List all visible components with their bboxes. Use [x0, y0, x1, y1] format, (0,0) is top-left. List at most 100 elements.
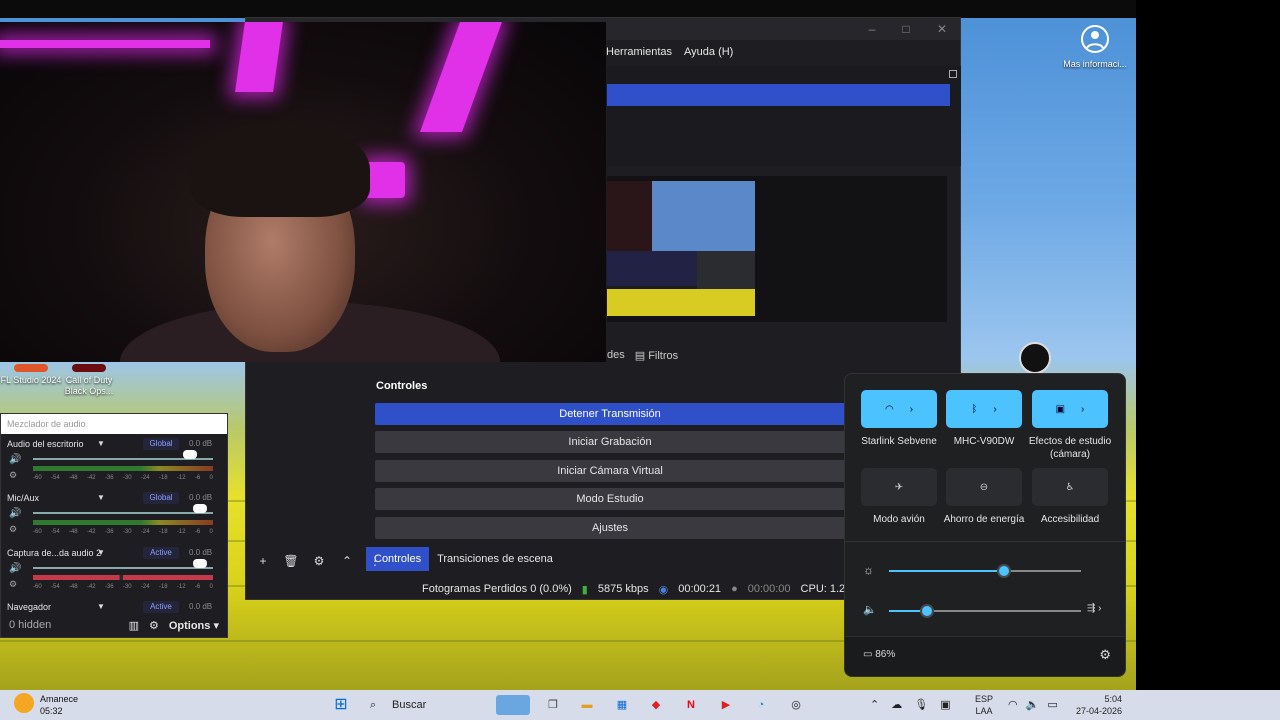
level-meter: [33, 575, 213, 580]
columns-icon[interactable]: ▥: [129, 619, 139, 632]
channel-name: Mic/Aux: [7, 493, 40, 503]
obs-taskbar-icon[interactable]: ◎: [785, 695, 807, 715]
channel-settings-icon[interactable]: ⚙: [9, 470, 17, 481]
volume-thumb[interactable]: [922, 606, 933, 616]
maximize-icon[interactable]: □: [896, 21, 916, 37]
scale-tick: -54: [50, 529, 60, 535]
clock-date: 27-04-2026: [1075, 706, 1122, 716]
channel-db: 0.0 dB: [189, 439, 213, 448]
mixer-gear-icon[interactable]: ⚙: [149, 619, 159, 632]
options-button[interactable]: Options ▾: [169, 619, 219, 632]
task-view-icon[interactable]: ❐: [542, 695, 564, 715]
scale-tick: 0: [209, 529, 213, 535]
chevron-right-icon[interactable]: ›: [910, 404, 913, 415]
qs-divider: [845, 541, 1125, 542]
more-icon[interactable]: ⋮: [364, 550, 386, 572]
volume-slider[interactable]: 🔈 ⇶ ›: [861, 603, 1111, 619]
volume-fader[interactable]: [33, 512, 213, 514]
onedrive-icon[interactable]: ☁: [891, 695, 902, 715]
tray-app-icon[interactable]: ▣: [940, 695, 950, 715]
windows-start-icon[interactable]: ⊞: [330, 695, 352, 715]
lang-top: ESP: [975, 694, 994, 704]
studio-mode-button[interactable]: Modo Estudio: [375, 488, 845, 510]
start-recording-button[interactable]: Iniciar Grabación: [375, 431, 845, 453]
desktop-icon-more-info[interactable]: Mas informaci...: [1062, 22, 1128, 70]
minimize-icon[interactable]: –: [862, 21, 882, 37]
battery-icon: ▭: [1047, 699, 1058, 711]
qs-tile-wifi[interactable]: ◠ ›: [861, 390, 937, 428]
channel-db: 0.0 dB: [189, 602, 213, 611]
chevron-up-icon[interactable]: ⌃: [336, 550, 358, 572]
undock-icon[interactable]: [949, 70, 957, 78]
language-indicator[interactable]: ESP LAA: [975, 693, 993, 717]
chevron-up-icon[interactable]: ⌃: [870, 695, 879, 715]
channel-db: 0.0 dB: [189, 493, 213, 502]
menu-ayuda[interactable]: Ayuda (H): [684, 42, 733, 62]
chevron-down-icon[interactable]: ▼: [97, 493, 105, 502]
chevron-right-icon[interactable]: ›: [993, 404, 996, 415]
tab-transiciones[interactable]: Transiciones de escena: [429, 547, 561, 571]
obs-tray-logo-icon[interactable]: [1019, 342, 1051, 374]
volume-fader[interactable]: [33, 567, 213, 569]
mic-icon[interactable]: 🎙: [914, 695, 928, 715]
channel-settings-icon[interactable]: ⚙: [9, 524, 17, 535]
youtube-icon[interactable]: ▶: [715, 695, 737, 715]
clock[interactable]: 5:04 27-04-2026: [1070, 693, 1122, 717]
level-meter: [33, 466, 213, 471]
taskbar-search[interactable]: ⌕ Buscar: [362, 694, 492, 716]
chevron-down-icon[interactable]: ▼: [97, 439, 105, 448]
app-red-icon[interactable]: ◆: [645, 695, 667, 715]
audio-output-icon[interactable]: ⇶ ›: [1087, 603, 1102, 614]
tab-filtros[interactable]: ▤ Filtros: [635, 349, 678, 362]
netflix-icon[interactable]: N: [680, 695, 702, 715]
right-black-bar: [1136, 0, 1280, 690]
volume-icon[interactable]: 🔊: [9, 454, 21, 465]
qs-tile-airplane[interactable]: ✈: [861, 468, 937, 506]
brightness-slider[interactable]: ☼: [861, 563, 1111, 579]
file-explorer-icon[interactable]: ▬: [576, 695, 598, 715]
scale-tick: -48: [68, 584, 78, 590]
volume-icon[interactable]: 🔊: [9, 508, 21, 519]
gear-icon[interactable]: ⚙: [308, 550, 330, 572]
edge-icon[interactable]: ◔: [750, 695, 772, 715]
desktop-icon-call-of-duty[interactable]: Call of Duty Black Ops...: [56, 364, 122, 397]
fader-knob[interactable]: [193, 504, 208, 513]
search-highlight-icon[interactable]: [496, 695, 530, 715]
scale-tick: -12: [176, 475, 186, 481]
channel-settings-icon[interactable]: ⚙: [9, 579, 17, 590]
qs-tile-camera-effects[interactable]: ▣ ›: [1032, 390, 1108, 428]
start-virtual-camera-button[interactable]: Iniciar Cámara Virtual: [375, 460, 845, 482]
volume-icon[interactable]: 🔊: [9, 563, 21, 574]
tab-properties[interactable]: des: [607, 349, 625, 361]
chevron-down-icon[interactable]: ▼: [97, 548, 105, 557]
fader-knob[interactable]: [193, 559, 208, 568]
chevron-down-icon[interactable]: ▼: [97, 602, 105, 611]
weather-widget[interactable]: Amanece 05:32: [14, 693, 78, 717]
qs-tile-battery-saver[interactable]: ⊖: [946, 468, 1022, 506]
wifi-icon: ◠: [884, 403, 894, 415]
network-volume-battery[interactable]: ◠ 🔈 ▭: [1008, 695, 1058, 715]
add-icon[interactable]: +: [252, 550, 274, 572]
desktop-icon-fl-studio[interactable]: FL Studio 2024: [0, 364, 64, 386]
scale-tick: 0: [209, 475, 213, 481]
taskbar: Amanece 05:32 ⊞ ⌕ Buscar ❐ ▬ ▦ ◆ N ▶ ◔ ◎ …: [0, 690, 1280, 720]
menu-herramientas[interactable]: Herramientas: [606, 42, 672, 62]
settings-gear-icon[interactable]: ⚙: [1099, 647, 1111, 663]
selected-scene-row[interactable]: [607, 84, 950, 106]
desktop-icon-label: Mas informaci...: [1063, 59, 1127, 69]
volume-icon: 🔈: [1025, 699, 1040, 711]
qs-tile-accessibility[interactable]: ♿: [1032, 468, 1108, 506]
neon-light: [419, 22, 503, 132]
chevron-right-icon[interactable]: ›: [1081, 404, 1084, 415]
channel-badge: Active: [143, 601, 179, 613]
battery-indicator[interactable]: ▭ 86%: [863, 649, 895, 660]
store-icon[interactable]: ▦: [611, 695, 633, 715]
fader-knob[interactable]: [182, 450, 197, 459]
preview-canvas[interactable]: [607, 176, 947, 322]
close-icon[interactable]: ✕: [932, 21, 952, 37]
stop-streaming-button[interactable]: Detener Transmisión: [375, 403, 845, 425]
settings-button[interactable]: Ajustes: [375, 517, 845, 539]
brightness-thumb[interactable]: [999, 566, 1010, 576]
trash-icon[interactable]: 🗑: [280, 550, 302, 572]
qs-tile-bluetooth[interactable]: ᛒ ›: [946, 390, 1022, 428]
